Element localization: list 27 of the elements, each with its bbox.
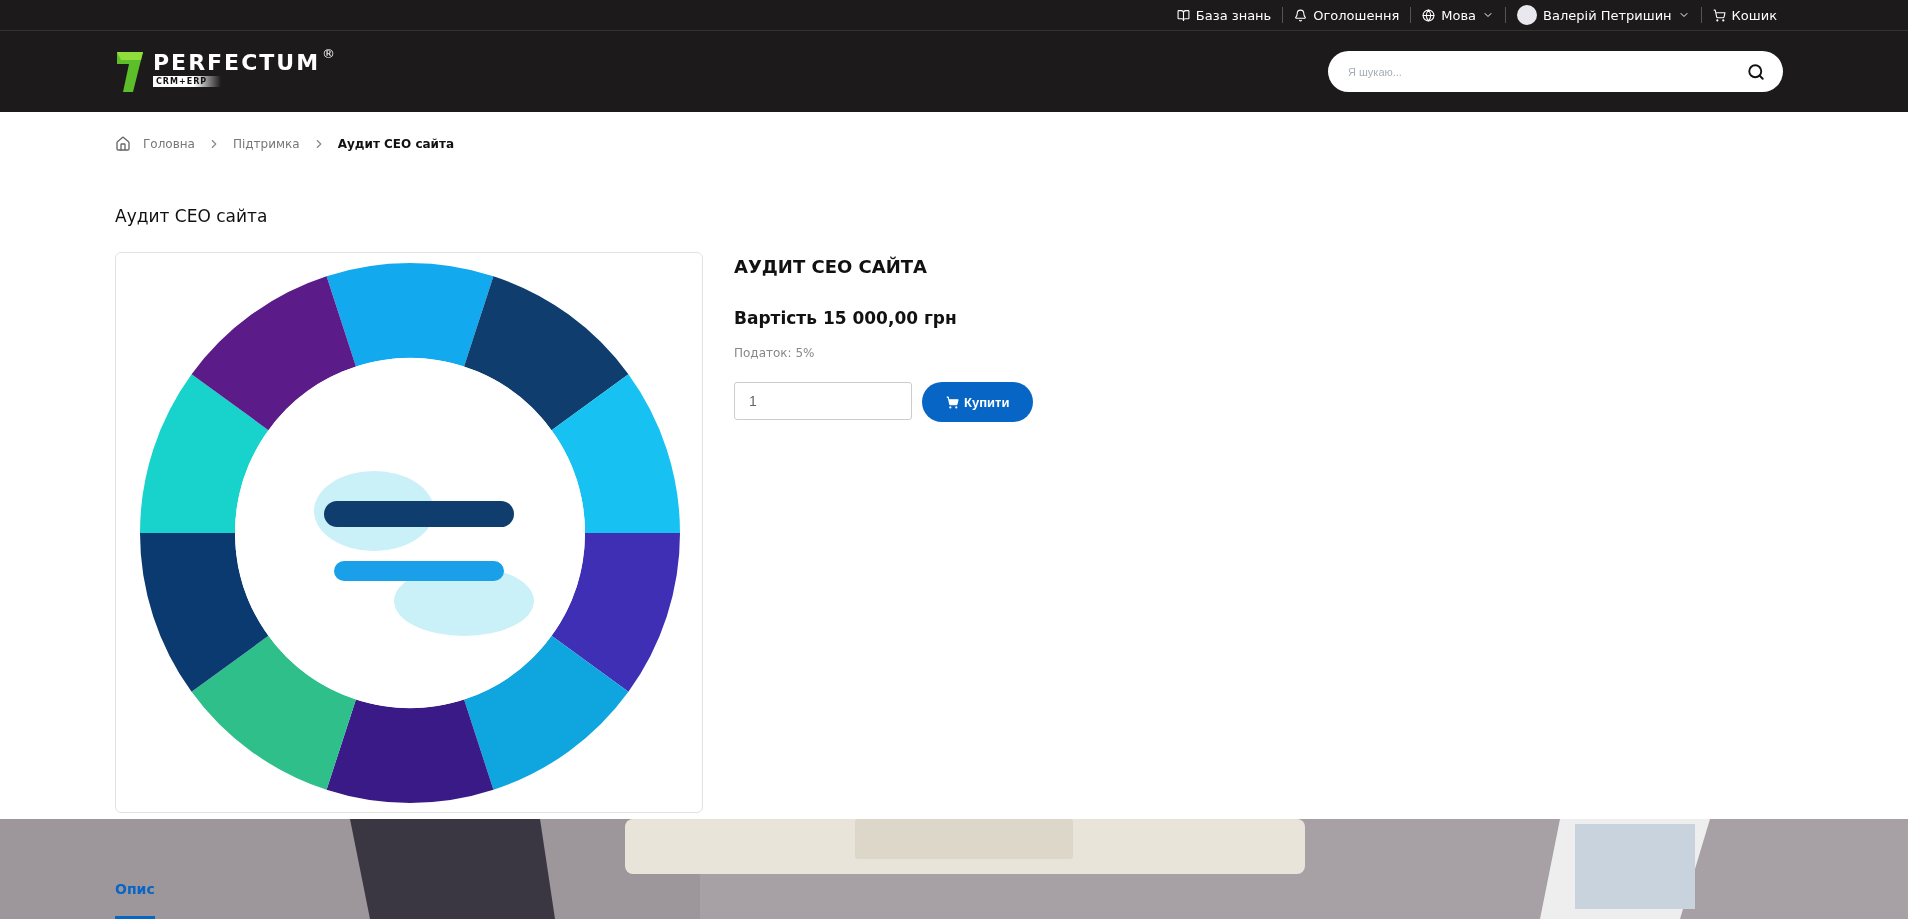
globe-icon [1422, 8, 1436, 22]
breadcrumb-link[interactable]: Головна [143, 137, 195, 151]
logo-name: PERFECTUM [153, 49, 321, 75]
book-icon [1176, 8, 1190, 22]
tax-text: Податок: 5% [734, 346, 816, 360]
product-price: Вартість 15 000,00 грн [734, 308, 958, 328]
breadcrumb-link[interactable]: Аудит СЕО сайта [337, 137, 455, 151]
top-bar-link[interactable]: Мова [1411, 7, 1506, 23]
buy-button[interactable]: Купити [922, 382, 1034, 422]
home-icon[interactable] [115, 136, 131, 152]
cart-icon [946, 395, 959, 409]
top-bar-link[interactable]: База знань [1165, 7, 1283, 23]
logo-tagline: CRM+ERP [153, 75, 222, 87]
cart-icon [1712, 8, 1726, 22]
top-bar-link[interactable]: Оголошення [1283, 7, 1411, 23]
top-bar-link[interactable]: Валерій Петришин [1506, 5, 1701, 25]
page-title: Аудит СЕО сайта [115, 206, 269, 226]
product-name: АУДИТ СЕО САЙТА [734, 256, 928, 277]
registered-mark: ® [322, 45, 336, 61]
search-bar[interactable]: Я шукаю... [1328, 51, 1783, 92]
bell-icon [1294, 8, 1308, 22]
search-icon[interactable] [1747, 62, 1765, 81]
avatar-icon [1517, 5, 1538, 25]
breadcrumb-link[interactable]: Підтримка [232, 137, 300, 151]
logo-icon [115, 49, 145, 94]
quantity-field[interactable]: 1 [734, 382, 912, 420]
top-bar-link[interactable]: Кошик [1701, 7, 1788, 23]
